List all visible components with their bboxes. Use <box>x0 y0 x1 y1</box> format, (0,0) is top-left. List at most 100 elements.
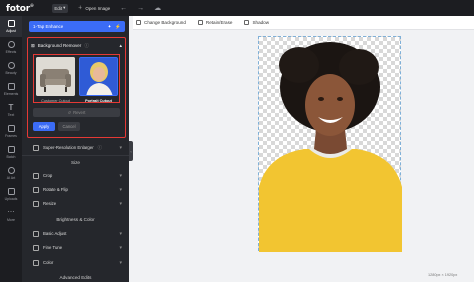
effects-icon <box>7 41 15 48</box>
apply-button[interactable]: Apply <box>33 122 55 131</box>
rail-item-effects[interactable]: Effects <box>0 37 22 58</box>
shadow-icon <box>244 20 250 25</box>
change-background-button[interactable]: Change Background <box>136 20 186 25</box>
crop-icon <box>33 172 39 179</box>
redo-icon[interactable]: → <box>137 5 144 12</box>
resize-row[interactable]: Resize ▾ <box>22 197 129 210</box>
beauty-icon <box>7 62 15 69</box>
rail-item-elements[interactable]: Elements <box>0 79 22 100</box>
resize-icon <box>33 200 39 207</box>
uploads-icon <box>7 188 15 195</box>
revert-button[interactable]: ↺ Revert <box>33 108 120 117</box>
section-advanced-edits: Advanced Edits <box>59 275 92 280</box>
rail-label: Elements <box>3 92 19 96</box>
change-background-icon <box>136 20 141 25</box>
resize-label: Resize <box>43 201 57 206</box>
chevron-down-icon: ▾ <box>119 230 122 237</box>
rail-label: Uploads <box>4 197 18 201</box>
super-resolution-icon <box>33 144 39 151</box>
rail-label: Effects <box>5 50 17 54</box>
edit-dropdown[interactable]: Edit ▾ <box>51 3 68 13</box>
change-background-label: Change Background <box>144 20 186 25</box>
rotate-flip-row[interactable]: Rotate & Flip ▾ <box>22 183 129 196</box>
portrait-cutout-label: Portrait Cutout <box>85 99 112 103</box>
info-icon: ⓘ <box>97 144 102 150</box>
portrait-subject <box>259 42 402 252</box>
one-tap-enhance-button[interactable]: 1-Tap Enhance ✦ ⚡ <box>29 21 125 32</box>
rotate-icon <box>33 186 39 193</box>
rail-item-uploads[interactable]: Uploads <box>0 184 22 205</box>
background-remover-title: Background Remover <box>37 43 82 48</box>
crop-label: Crop <box>43 173 53 178</box>
customer-cutout-label: Customer Cutout <box>41 99 70 103</box>
rail-label: Batch <box>6 155 16 159</box>
top-bar: fotor® Edit ▾ ＋ Open Image ← → ☁ <box>0 0 474 16</box>
customer-cutout-thumbnail[interactable] <box>36 57 75 96</box>
batch-icon <box>7 146 15 153</box>
crop-row[interactable]: Crop ▾ <box>22 169 129 182</box>
sparkle-icon: ✦ <box>107 23 112 29</box>
background-remover-section: ⊠ Background Remover ⓘ ▴ Customer Cutout… <box>27 37 126 138</box>
fine-tune-icon <box>33 244 39 251</box>
open-image-label: Open Image <box>85 5 111 11</box>
chevron-down-icon: ▾ <box>119 172 122 179</box>
retain-erase-button[interactable]: Retain/Erase <box>197 20 233 25</box>
fine-tune-row[interactable]: Fine Tune ▾ <box>22 241 129 254</box>
info-icon: ⓘ <box>84 42 89 48</box>
plus-icon: ＋ <box>77 5 83 10</box>
background-remover-icon: ⊠ <box>31 42 35 48</box>
rail-item-ai-art[interactable]: AI Art <box>0 163 22 184</box>
portrait-image <box>80 58 117 95</box>
divider <box>22 155 129 156</box>
chevron-down-icon: ▾ <box>119 259 122 266</box>
rail-item-frames[interactable]: Frames <box>0 121 22 142</box>
frames-icon <box>7 125 15 132</box>
fine-tune-label: Fine Tune <box>43 245 63 250</box>
more-icon: ⋯ <box>7 208 15 216</box>
rail-label: AI Art <box>6 176 16 180</box>
text-icon: T <box>8 103 14 112</box>
chevron-down-icon: ▾ <box>119 244 122 251</box>
chevron-down-icon: ▾ <box>119 144 122 151</box>
portrait-cutout-thumbnail[interactable] <box>79 57 118 96</box>
cutout-photo[interactable] <box>258 36 402 252</box>
chevron-down-icon: ▾ <box>63 5 66 10</box>
zoom-info: 1280px × 1920px <box>428 273 458 277</box>
rotate-flip-label: Rotate & Flip <box>43 187 68 192</box>
rail-item-beauty[interactable]: Beauty <box>0 58 22 79</box>
revert-label: Revert <box>73 110 86 115</box>
armchair-image <box>36 57 75 96</box>
rail-item-adjust[interactable]: Adjust <box>0 16 22 37</box>
section-size: Size <box>71 160 80 165</box>
canvas-toolbar: Change Background Retain/Erase Shadow <box>133 16 474 30</box>
cutout-options: Customer Cutout Portrait Cutout <box>33 54 120 103</box>
elements-icon <box>7 83 15 90</box>
rail-item-text[interactable]: T Text <box>0 100 22 121</box>
section-brightness-color: Brightness & Color <box>56 217 95 222</box>
cancel-button[interactable]: Cancel <box>58 122 80 131</box>
chevron-up-icon: ▴ <box>119 42 122 49</box>
rail-item-more[interactable]: ⋯ More <box>0 205 22 226</box>
background-remover-header[interactable]: ⊠ Background Remover ⓘ ▴ <box>31 41 122 50</box>
color-row[interactable]: Color ▾ <box>22 256 129 269</box>
super-resolution-row[interactable]: Super-Resolution Enlarger ⓘ ▾ <box>22 141 129 154</box>
undo-icon[interactable]: ← <box>120 5 127 12</box>
color-label: Color <box>43 260 54 265</box>
chevron-down-icon: ▾ <box>119 200 122 207</box>
rail-label: Frames <box>5 134 17 138</box>
shadow-label: Shadow <box>252 20 270 25</box>
enhance-icons: ✦ ⚡ <box>108 24 121 30</box>
left-rail: Adjust Effects Beauty Elements T Text Fr… <box>0 16 22 282</box>
rail-label: Beauty <box>5 71 17 75</box>
chevron-down-icon: ▾ <box>119 186 122 193</box>
retain-erase-label: Retain/Erase <box>205 20 233 25</box>
basic-adjust-row[interactable]: Basic Adjust ▾ <box>22 227 129 240</box>
enhance-label: 1-Tap Enhance <box>33 24 64 29</box>
rail-item-batch[interactable]: Batch <box>0 142 22 163</box>
brush-icon <box>197 20 203 25</box>
revert-icon: ↺ <box>67 110 72 115</box>
fotor-logo[interactable]: fotor® <box>6 3 34 14</box>
open-image-button[interactable]: ＋ Open Image <box>78 5 110 11</box>
shadow-button[interactable]: Shadow <box>244 20 269 25</box>
cloud-icon[interactable]: ☁ <box>154 5 161 12</box>
